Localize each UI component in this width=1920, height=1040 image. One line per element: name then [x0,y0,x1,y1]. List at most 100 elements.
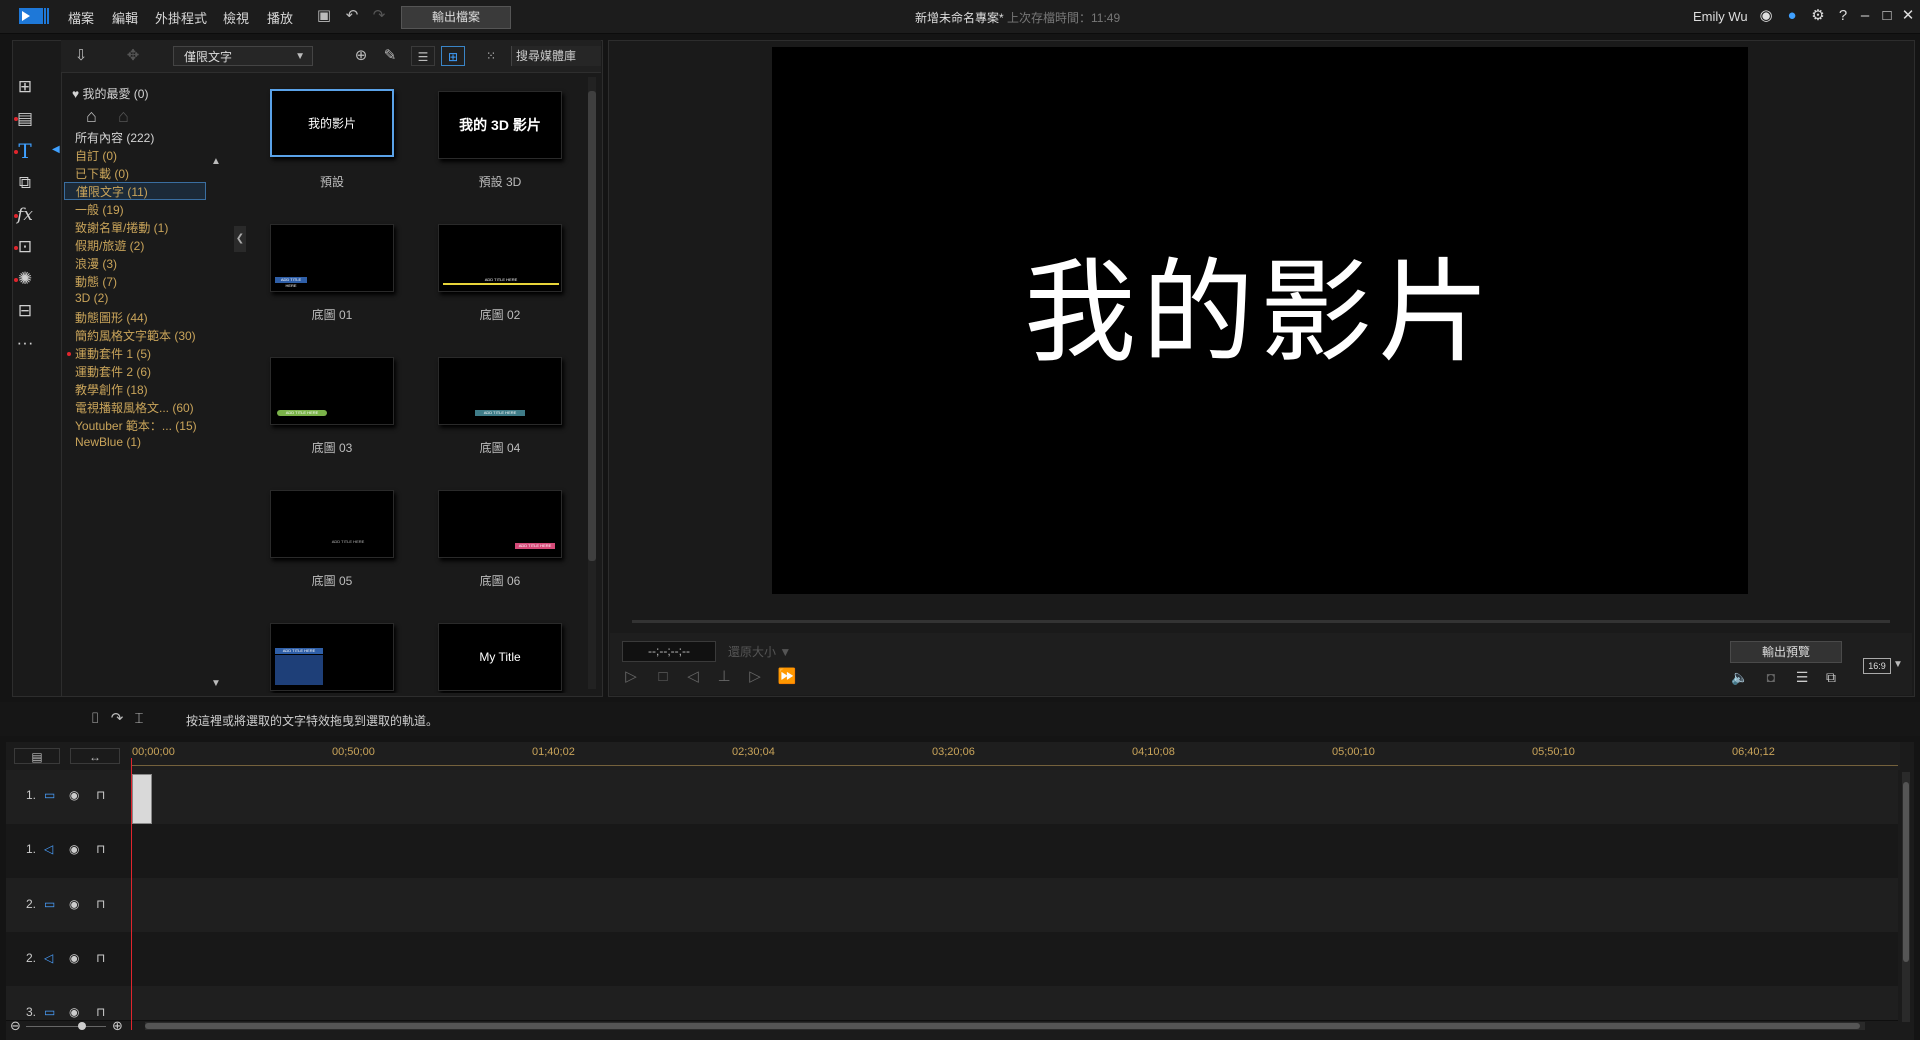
library-filter-dropdown[interactable]: 僅限文字 ▼ [173,46,313,66]
template-scrollbar[interactable] [588,77,596,689]
category-item[interactable]: 電視播報風格文... (60) [75,399,194,416]
title-room-icon[interactable]: T [12,138,38,164]
insert-track-icon[interactable]: ⌶ [130,710,148,728]
timecode-field[interactable]: --;--;--;-- [622,641,716,662]
timeline-vertical-scrollbar[interactable] [1902,772,1910,1022]
preview-progress-slider[interactable] [632,620,1890,623]
export-preview-button[interactable]: 輸出預覽 [1730,641,1842,663]
maximize-icon[interactable]: □ [1877,6,1897,26]
split-icon[interactable]: ⊥ [713,668,735,686]
lock-icon[interactable]: ⊓ [96,951,105,965]
menu-view[interactable]: 檢視 [223,8,249,27]
track-manager-button[interactable]: ▤ [14,748,60,764]
previous-frame-icon[interactable]: ◁ [682,668,704,686]
favorites-item[interactable]: ♥ 我的最愛 (0) [72,85,148,102]
category-item[interactable]: 致謝名單/捲動 (1) [75,219,168,236]
zoom-in-icon[interactable]: ⊕ [112,1018,123,1034]
zoom-out-icon[interactable]: ⊖ [10,1018,21,1034]
zoom-track[interactable] [26,1026,106,1027]
category-item[interactable]: 已下載 (0) [75,165,129,182]
template-thumbnail[interactable]: ADD TITLE HERE [270,357,394,425]
lock-icon[interactable]: ⊓ [96,897,105,911]
visibility-eye-icon[interactable]: ◉ [69,788,79,802]
timeline-zoom-slider[interactable]: ⊖ ⊕ [10,1018,125,1034]
aspect-ratio-selector[interactable]: 16:9 [1863,658,1891,674]
category-item[interactable]: 3D (2) [75,291,108,305]
template-thumbnail[interactable]: ADD TITLE HERE [438,357,562,425]
settings-gear-icon[interactable]: ⚙ [1808,6,1828,26]
particle-room-icon[interactable]: ✺ [12,266,38,292]
notification-bell-icon[interactable]: ● [1782,6,1802,26]
grid-view-button[interactable]: ⊞ [441,46,465,66]
category-item[interactable]: 運動套件 2 (6) [75,363,151,380]
template-room-icon[interactable]: ▤ [12,106,38,132]
insert-title-icon[interactable]: ⌷ [86,710,104,728]
visibility-eye-icon[interactable]: ◉ [69,1005,79,1019]
template-thumbnail[interactable]: ADD TITLE HERE [270,490,394,558]
chevron-down-icon[interactable]: ▼ [1893,659,1903,670]
stop-icon[interactable]: □ [652,668,674,686]
help-icon[interactable]: ? [1833,6,1853,26]
template-thumbnail[interactable]: ADD TITLE HERE [270,224,394,292]
fit-timeline-button[interactable]: ↔ [70,748,120,764]
category-item-selected[interactable]: 僅限文字 (11) [64,182,206,200]
small-icons-button[interactable]: ⁙ [479,46,503,66]
category-item[interactable]: 一般 (19) [75,201,124,218]
overwrite-arrow-icon[interactable]: ↷ [108,710,126,728]
next-frame-icon[interactable]: ▷ [744,668,766,686]
subtitle-room-icon[interactable]: ⊟ [12,298,38,324]
add-tag-icon[interactable]: ⌂ [86,106,97,127]
effect-room-icon[interactable]: fx [12,202,38,228]
transition-room-icon[interactable]: ⧉ [12,170,38,196]
scroll-down-icon[interactable]: ▼ [211,678,221,689]
list-view-button[interactable]: ☰ [411,46,435,66]
track-row[interactable] [6,824,1898,879]
zoom-handle[interactable] [78,1022,86,1030]
restore-size-dropdown[interactable]: 還原大小 ▼ [728,643,791,660]
template-thumbnail[interactable]: ADD TITLE HERE [270,623,394,691]
track-row[interactable] [6,770,1898,825]
lock-icon[interactable]: ⊓ [96,842,105,856]
visibility-eye-icon[interactable]: ◉ [69,842,79,856]
timeline-clip[interactable] [132,774,152,824]
category-item[interactable]: 動態圖形 (44) [75,309,148,326]
category-item[interactable]: 浪漫 (3) [75,255,117,272]
add-title-icon[interactable]: ⊕ [352,47,370,65]
more-rooms-icon[interactable]: ··· [12,330,38,356]
playhead[interactable] [131,758,132,1030]
category-item[interactable]: 動態 (7) [75,273,117,290]
visibility-eye-icon[interactable]: ◉ [69,897,79,911]
category-item[interactable]: 簡約風格文字範本 (30) [75,327,196,344]
user-name[interactable]: Emily Wu [1693,9,1748,24]
category-item[interactable]: 自訂 (0) [75,147,117,164]
library-search-input[interactable] [511,46,601,66]
menu-edit[interactable]: 編輯 [112,8,138,27]
scrollbar-thumb[interactable] [145,1023,1860,1029]
template-thumbnail[interactable]: 我的影片 [270,89,394,157]
timeline-horizontal-scrollbar[interactable] [145,1022,1865,1030]
template-thumbnail[interactable]: ADD TITLE HERE [438,490,562,558]
import-media-icon[interactable]: ⇩ [72,47,90,65]
account-icon[interactable]: ◉ [1756,6,1776,26]
category-item[interactable]: Youtuber 範本：... (15) [75,417,197,434]
track-row[interactable] [6,932,1898,987]
display-settings-icon[interactable]: ☰ [1791,668,1813,686]
edit-title-icon[interactable]: ✎ [381,47,399,65]
close-icon[interactable]: ✕ [1898,6,1918,26]
media-room-icon[interactable]: ⊞ [12,74,38,100]
track-row[interactable] [6,878,1898,933]
template-thumbnail[interactable]: ADD TITLE HERE [438,224,562,292]
visibility-eye-icon[interactable]: ◉ [69,951,79,965]
scroll-up-icon[interactable]: ▲ [211,156,221,167]
scrollbar-thumb[interactable] [588,91,596,561]
scrollbar-thumb[interactable] [1903,782,1909,962]
category-item[interactable]: 運動套件 1 (5) [75,345,151,362]
category-item[interactable]: 教學創作 (18) [75,381,148,398]
export-file-button[interactable]: 輸出檔案 [401,6,511,29]
lock-icon[interactable]: ⊓ [96,788,105,802]
pip-room-icon[interactable]: ⊡ [12,234,38,260]
undo-icon[interactable]: ↶ [343,7,361,25]
category-item[interactable]: 所有內容 (222) [75,129,154,146]
snapshot-camera-icon[interactable]: ◘ [1760,668,1782,686]
volume-icon[interactable]: 🔈 [1729,668,1751,686]
